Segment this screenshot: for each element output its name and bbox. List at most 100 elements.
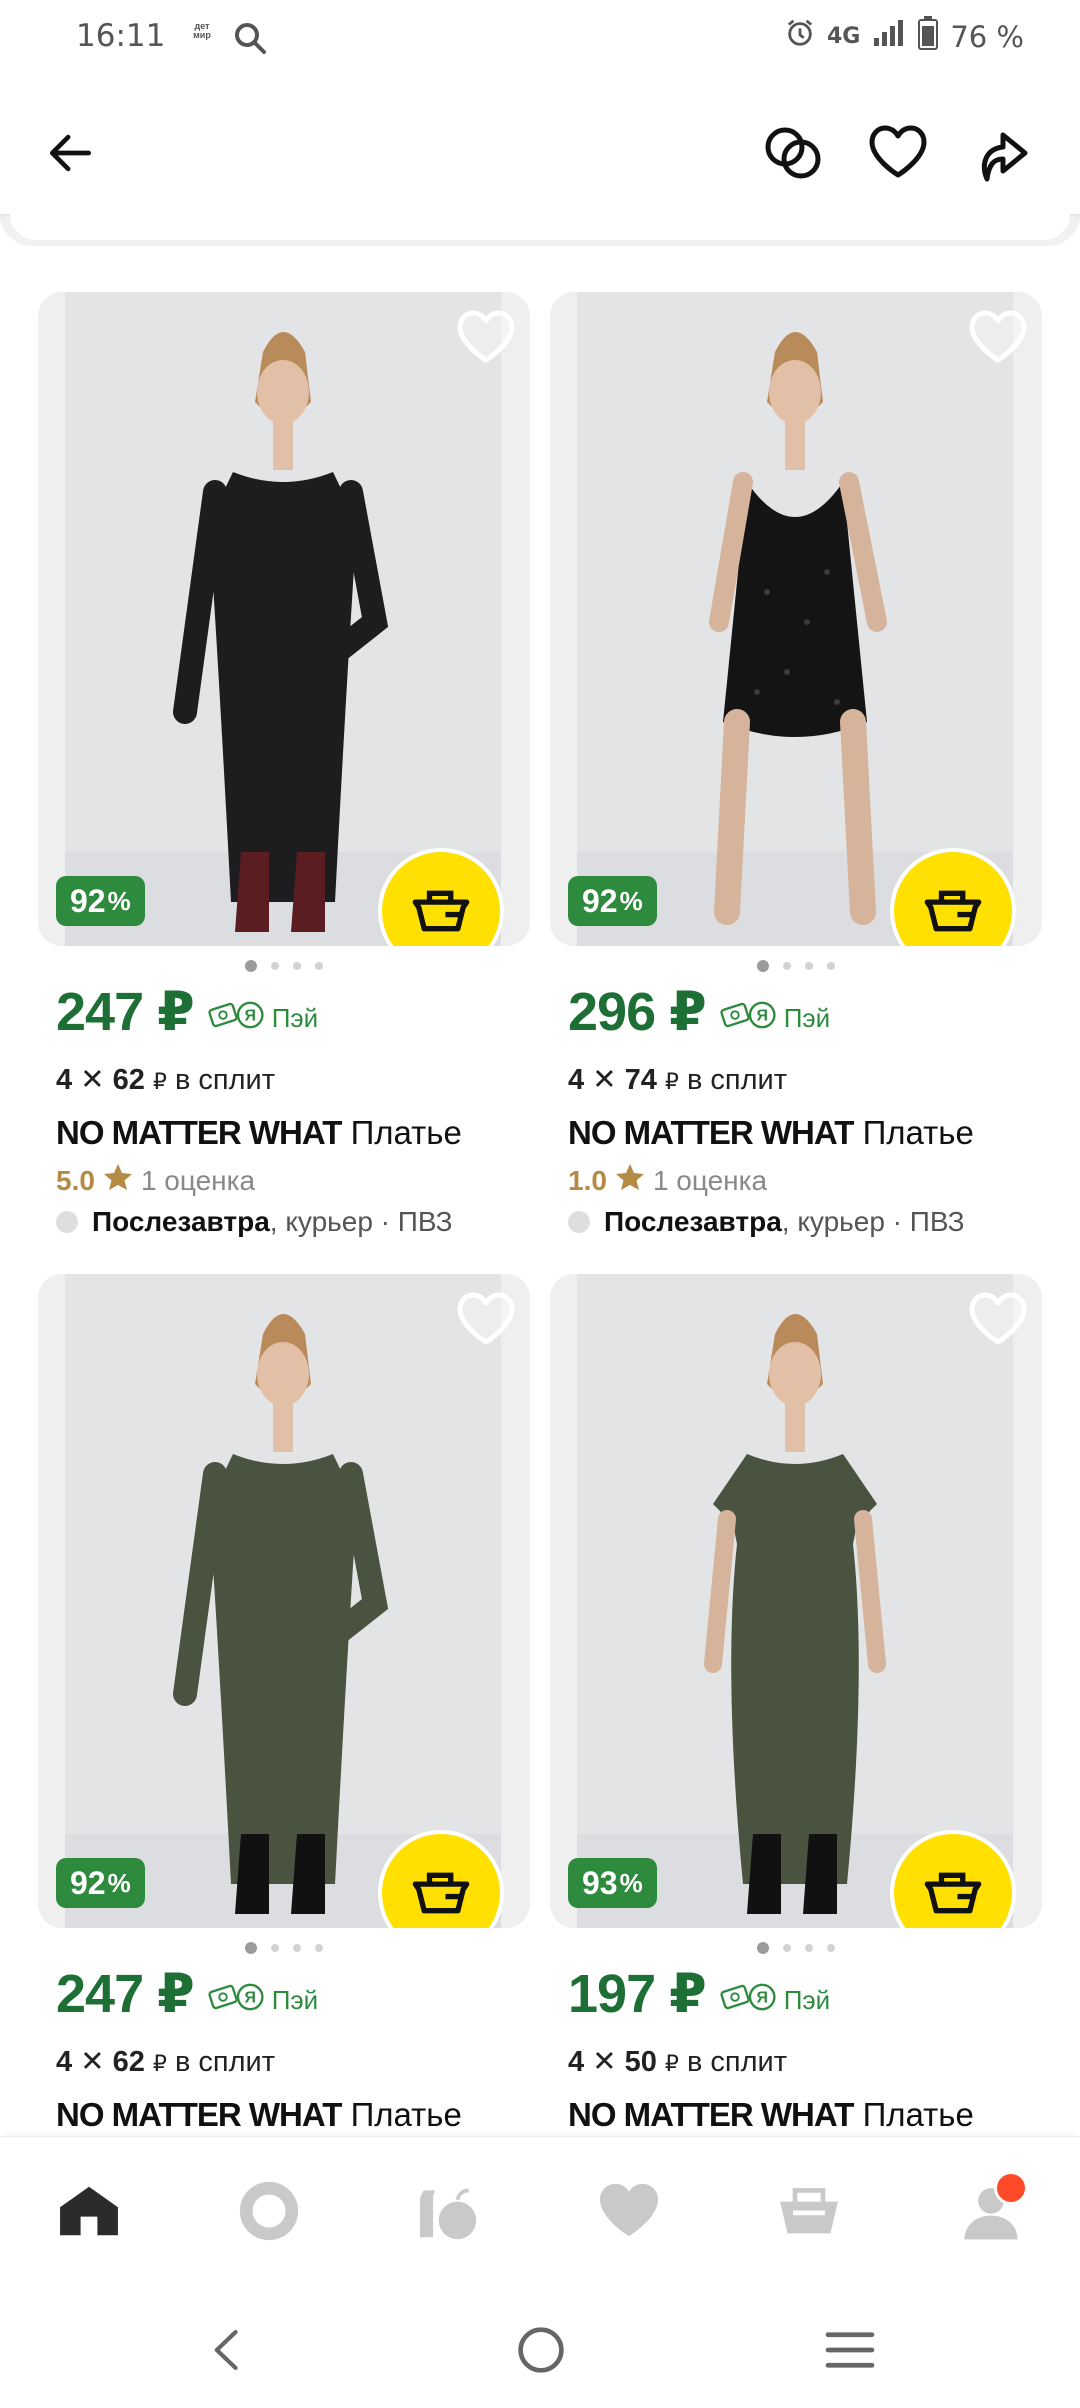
yandex-pay-label: Я Пэй — [208, 1000, 318, 1037]
pager-dot — [293, 962, 301, 970]
pager-dot — [245, 960, 257, 972]
pager-dot — [271, 962, 279, 970]
discount-badge: 92% — [56, 876, 145, 926]
network-type: 4G — [826, 24, 861, 49]
split-payment: 4 ✕ 62 ₽ в сплит — [56, 2046, 276, 2078]
nav-profile[interactable] — [946, 2171, 1036, 2251]
product-brand: NO MATTER WHAT — [56, 1114, 342, 1151]
heart-outline-icon — [869, 125, 927, 178]
split-payment: 4 ✕ 50 ₽ в сплит — [568, 2046, 788, 2078]
image-pager-dots — [38, 1942, 530, 1954]
product-brand: NO MATTER WHAT — [56, 2096, 342, 2133]
image-pager-dots — [38, 960, 530, 972]
pager-dot — [827, 962, 835, 970]
pager-dot — [271, 1944, 279, 1952]
product-rating: 5.0 1 оценка — [56, 1162, 255, 1199]
price-row: 197 ₽ Я Пэй — [568, 1962, 830, 2025]
product-card[interactable]: 92% 247 ₽ Я Пэй 4 ✕ 62 ₽ в сплит NO MATTE… — [38, 292, 530, 1237]
price-row: 247 ₽ Я Пэй — [56, 980, 318, 1043]
yandex-pay-label: Я Пэй — [720, 1000, 830, 1037]
product-card[interactable]: 93% 197 ₽ Я Пэй 4 ✕ 50 ₽ в сплит NO MATTE… — [550, 1274, 1042, 2133]
status-time: 16:11 — [76, 18, 166, 54]
pager-dot — [757, 1942, 769, 1954]
product-price: 247 ₽ — [56, 1964, 195, 2024]
compare-icon — [765, 127, 821, 179]
system-home-button[interactable] — [506, 2320, 576, 2380]
pager-dot — [315, 962, 323, 970]
yandex-pay-label: Я Пэй — [720, 1982, 830, 2019]
favorite-heart-icon[interactable] — [454, 306, 518, 370]
battery-level: 76 % — [950, 19, 1024, 54]
product-title[interactable]: NO MATTER WHAT Платье — [56, 2096, 462, 2134]
svg-text:Я: Я — [756, 1990, 767, 2007]
nav-grocery[interactable] — [404, 2171, 494, 2251]
favorite-heart-icon[interactable] — [966, 306, 1030, 370]
delivery-info: Послезавтра, курьер · ПВЗ — [568, 1206, 965, 1238]
system-recents-button[interactable] — [815, 2320, 885, 2380]
product-image-box[interactable]: 92% — [38, 1274, 530, 1928]
product-title[interactable]: NO MATTER WHAT Платье — [56, 1114, 462, 1152]
nav-cart[interactable] — [764, 2171, 854, 2251]
system-navigation-bar — [0, 2290, 1080, 2408]
app-bar — [0, 78, 1080, 228]
favorite-heart-icon[interactable] — [966, 1288, 1030, 1352]
home-icon — [60, 2186, 118, 2236]
price-row: 296 ₽ Я Пэй — [568, 980, 830, 1043]
product-price: 197 ₽ — [568, 1964, 707, 2024]
notification-badge — [994, 2171, 1028, 2205]
status-bar: 16:11 дет мир 4G 76 % — [0, 0, 1080, 78]
status-right-group: 4G 76 % — [785, 16, 1024, 57]
pager-dot — [805, 1944, 813, 1952]
pager-dot — [245, 1942, 257, 1954]
recents-icon — [825, 2332, 875, 2368]
system-back-button[interactable] — [192, 2320, 262, 2380]
favorite-heart-icon[interactable] — [454, 1288, 518, 1352]
image-pager-dots — [550, 1942, 1042, 1954]
status-search-icon — [232, 20, 268, 56]
product-card[interactable]: 92% 247 ₽ Я Пэй 4 ✕ 62 ₽ в сплит NO MATTE… — [38, 1274, 530, 2133]
back-button[interactable] — [30, 113, 110, 193]
chevron-left-icon — [214, 2330, 238, 2370]
grocery-icon — [419, 2188, 477, 2240]
delivery-info: Послезавтра, курьер · ПВЗ — [56, 1206, 453, 1238]
product-name: Платье — [350, 1114, 462, 1151]
product-image-box[interactable]: 92% — [38, 292, 530, 946]
product-image-box[interactable]: 93% — [550, 1274, 1042, 1928]
image-pager-dots — [550, 960, 1042, 972]
price-row: 247 ₽ Я Пэй — [56, 1962, 318, 2025]
discount-badge: 93% — [568, 1858, 657, 1908]
discount-badge: 92% — [56, 1858, 145, 1908]
share-icon — [981, 132, 1028, 182]
nav-alice[interactable] — [224, 2171, 314, 2251]
home-circle-icon — [518, 2327, 564, 2373]
product-card[interactable]: 92% 296 ₽ Я Пэй 4 ✕ 74 ₽ в сплит NO MATTE… — [550, 292, 1042, 1237]
product-rating: 1.0 1 оценка — [568, 1162, 767, 1199]
svg-text:Я: Я — [756, 1008, 767, 1025]
cart-icon — [780, 2188, 838, 2234]
pager-dot — [757, 960, 769, 972]
nav-favorites[interactable] — [584, 2171, 674, 2251]
star-icon — [103, 1162, 133, 1199]
bottom-navigation — [0, 2136, 1080, 2290]
compare-button[interactable] — [753, 113, 833, 193]
star-icon — [615, 1162, 645, 1199]
product-name: Платье — [862, 2096, 974, 2133]
share-button[interactable] — [963, 113, 1043, 193]
pager-dot — [315, 1944, 323, 1952]
product-title[interactable]: NO MATTER WHAT Платье — [568, 2096, 974, 2134]
product-image-box[interactable]: 92% — [550, 292, 1042, 946]
detmir-app-icon: дет мир — [193, 21, 211, 40]
add-to-favorites-button[interactable] — [858, 113, 938, 193]
product-price: 296 ₽ — [568, 982, 707, 1042]
product-name: Платье — [350, 2096, 462, 2133]
battery-icon — [918, 16, 939, 57]
signal-icon — [872, 18, 906, 55]
product-price: 247 ₽ — [56, 982, 195, 1042]
alice-icon — [239, 2181, 299, 2241]
product-name: Платье — [862, 1114, 974, 1151]
product-title[interactable]: NO MATTER WHAT Платье — [568, 1114, 974, 1152]
nav-home[interactable] — [44, 2171, 134, 2251]
svg-text:Я: Я — [244, 1008, 255, 1025]
arrow-left-icon — [49, 134, 91, 172]
product-brand: NO MATTER WHAT — [568, 1114, 854, 1151]
